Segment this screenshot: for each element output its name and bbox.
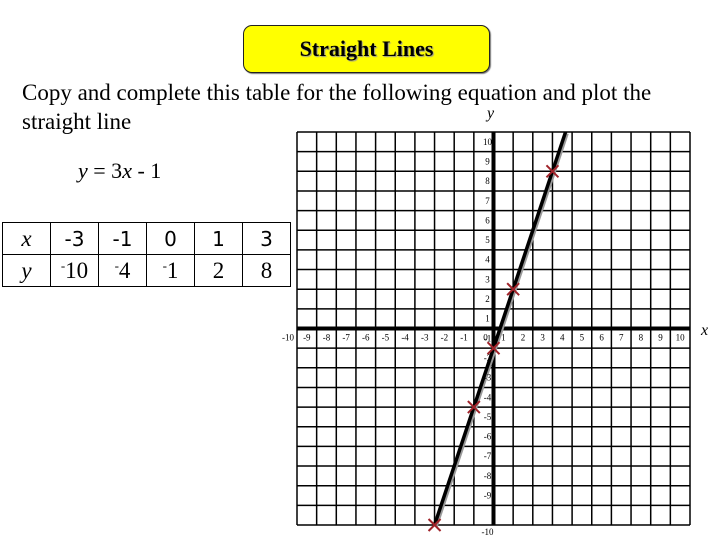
- x-tick-label: -8: [323, 333, 331, 343]
- x-tick-label: 5: [580, 333, 585, 343]
- y-tick-label: 9: [485, 156, 490, 166]
- x-tick-label: -7: [342, 333, 350, 343]
- x-tick-label: -5: [382, 333, 390, 343]
- y-tick-label: 7: [485, 196, 490, 206]
- y-tick-label: 3: [485, 274, 490, 284]
- x-tick-label: -1: [460, 333, 468, 343]
- x-tick-label: 3: [540, 333, 545, 343]
- grid: [296, 131, 691, 526]
- x-tick-label: 7: [619, 333, 624, 343]
- y-tick-label: 10: [483, 137, 493, 147]
- x-tick-label: 1: [501, 333, 506, 343]
- y-tick-label: 1: [485, 314, 490, 324]
- y-tick-label: -4: [484, 392, 492, 402]
- x-tick-label: 8: [639, 333, 644, 343]
- y-tick-label: 8: [485, 176, 490, 186]
- x-tick-label: -6: [362, 333, 370, 343]
- y-tick-label: 4: [485, 255, 490, 265]
- x-tick-label: 2: [521, 333, 526, 343]
- y-axis-title: y: [485, 105, 495, 122]
- y-tick-label: -2: [484, 353, 492, 363]
- y-tick-label: -3: [484, 373, 492, 383]
- y-tick-label: -5: [484, 412, 492, 422]
- x-tick-label: 4: [560, 333, 565, 343]
- y-tick-label: -1: [484, 333, 492, 343]
- x-tick-label: -3: [421, 333, 429, 343]
- y-tick-label: 5: [485, 235, 490, 245]
- x-tick-label: -10: [282, 333, 294, 343]
- coordinate-grid-chart: -10 -9 -8 -7 -6 -5 -4 -3 -2 -1 0 1 2 3 4 5 6 7 8 9 10-10-9-8…: [282, 105, 708, 537]
- y-tick-label: -8: [484, 471, 492, 481]
- y-tick-label: 6: [485, 215, 490, 225]
- y-tick-label: 2: [485, 294, 490, 304]
- x-tick-label: 6: [599, 333, 604, 343]
- y-tick-label: -7: [484, 451, 492, 461]
- x-tick-label: 10: [676, 333, 686, 343]
- y-tick-label: -9: [484, 491, 492, 501]
- x-axis-title: x: [700, 322, 708, 339]
- x-tick-label: 9: [658, 333, 663, 343]
- y-tick-label: -10: [482, 527, 494, 537]
- x-tick-label: -4: [401, 333, 409, 343]
- x-tick-label: -2: [441, 333, 449, 343]
- tick-labels: -10 -9 -8 -7 -6 -5 -4 -3 -2 -1 0 1 2 3 4 5 6 7 8 9 10-10-9-8…: [282, 137, 685, 537]
- x-tick-label: -9: [303, 333, 311, 343]
- y-tick-label: -6: [484, 432, 492, 442]
